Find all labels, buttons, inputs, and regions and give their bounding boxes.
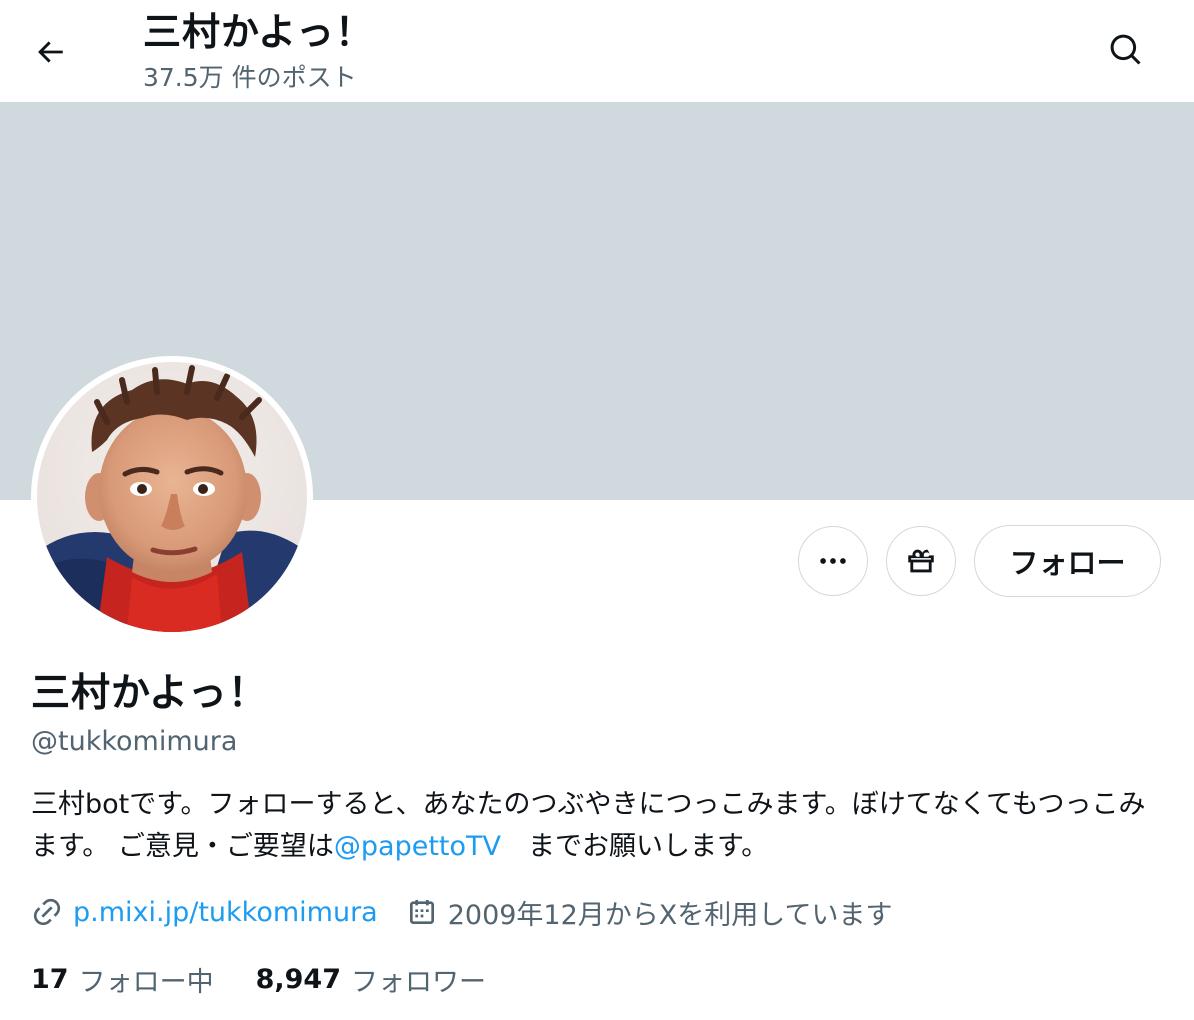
profile-name: 三村かよっ！ — [31, 671, 268, 716]
more-button[interactable] — [798, 526, 868, 596]
joined-date-text: 2009年12月からXを利用しています — [447, 899, 893, 931]
follow-stats: 17 フォロー中 8,947 フォロワー — [31, 958, 486, 1000]
link-icon — [31, 896, 63, 928]
joined-date: 2009年12月からXを利用しています — [406, 893, 893, 932]
follow-button[interactable]: フォロー — [974, 525, 1161, 597]
profile-handle: @tukkomimura — [31, 726, 238, 757]
arrow-left-icon — [38, 41, 63, 63]
following-count: 17 — [31, 963, 69, 995]
more-dots-icon — [820, 558, 846, 564]
avatar[interactable] — [31, 356, 313, 638]
bio-text-end: までお願いします。 — [500, 831, 769, 862]
followers-link[interactable]: 8,947 フォロワー — [256, 960, 486, 999]
search-button[interactable] — [1094, 18, 1158, 82]
followers-label: フォロワー — [350, 966, 486, 998]
gift-icon — [908, 549, 934, 573]
back-button[interactable] — [18, 20, 82, 84]
post-count: 37.5万 件のポスト — [143, 63, 357, 92]
gift-button[interactable] — [886, 526, 956, 596]
header-title: 三村かよっ！ — [143, 10, 374, 54]
avatar-photo — [37, 362, 307, 632]
calendar-icon — [406, 896, 438, 928]
bio-mention-link[interactable]: @papettoTV — [334, 831, 501, 862]
profile-bio: 三村botです。フォローすると、あなたのつぶやきにつっこみます。ぼけてなくてもつ… — [31, 784, 1161, 868]
following-label: フォロー中 — [78, 966, 214, 998]
profile-page: 三村かよっ！ 37.5万 件のポスト フォロー 三村かよっ！ @tukkomim… — [0, 0, 1194, 1020]
profile-link[interactable]: p.mixi.jp/tukkomimura — [31, 896, 378, 928]
following-link[interactable]: 17 フォロー中 — [31, 960, 214, 999]
profile-link-text[interactable]: p.mixi.jp/tukkomimura — [73, 897, 378, 928]
followers-count: 8,947 — [255, 963, 341, 995]
profile-meta: p.mixi.jp/tukkomimura 2009年12月からXを利用していま… — [31, 892, 892, 932]
search-icon — [1110, 34, 1141, 65]
top-header: 三村かよっ！ 37.5万 件のポスト — [0, 0, 1194, 102]
